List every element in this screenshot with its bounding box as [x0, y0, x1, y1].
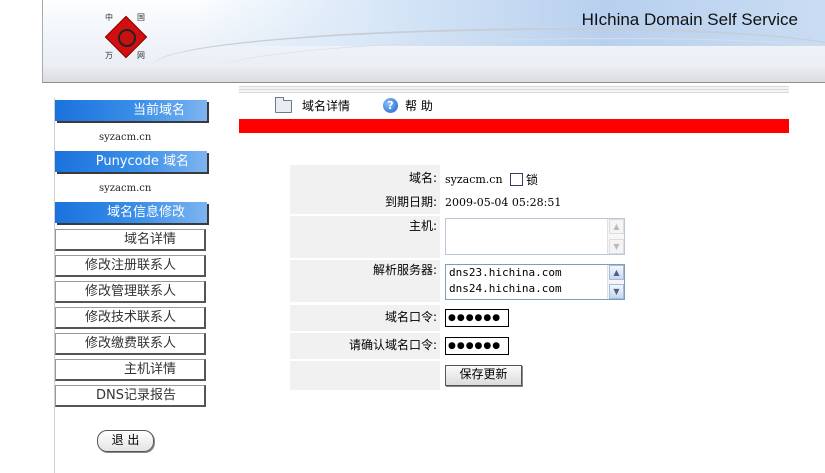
logo-char-3: 万 — [105, 51, 113, 60]
folder-icon — [275, 97, 292, 113]
lock-checkbox[interactable] — [510, 173, 523, 186]
hichina-logo: 中 国 万 网 — [101, 12, 149, 60]
host-scroll-up-icon[interactable]: ▲ — [609, 219, 624, 234]
host-textarea[interactable]: ▲ ▼ — [445, 218, 625, 255]
nameserver-row: 解析服务器: dns23.hichina.com dns24.hichina.c… — [290, 260, 630, 302]
sidebar-item-dns-report[interactable]: DNS记录报告 — [55, 385, 206, 407]
current-domain-value: syzacm.cn — [99, 132, 152, 143]
current-domain-title: 当前域名 — [55, 100, 207, 121]
lock-label: 锁 — [526, 173, 539, 187]
save-button[interactable]: 保存更新 — [445, 365, 522, 386]
punycode-title: Punycode 域名 — [55, 151, 207, 172]
domain-value: syzacm.cn — [445, 173, 503, 186]
expiry-value: 2009-05-04 05:28:51 — [445, 196, 562, 209]
password-input[interactable]: ●●●●●● — [445, 309, 509, 327]
red-divider-bar — [239, 119, 789, 133]
host-scroll-down-icon[interactable]: ▼ — [609, 239, 624, 254]
save-row-label-cell — [290, 361, 440, 390]
nameserver-2: dns24.hichina.com — [449, 282, 562, 295]
sidebar-item-host-details[interactable]: 主机详情 — [55, 359, 206, 381]
help-icon: ? — [383, 98, 398, 113]
logo-seal-icon — [118, 29, 136, 47]
nameserver-label: 解析服务器: — [290, 260, 440, 302]
logo-char-1: 中 — [105, 13, 113, 22]
punycode-domain-value: syzacm.cn — [99, 183, 152, 194]
host-row: 主机: ▲ ▼ — [290, 216, 630, 258]
sidebar-item-modify-admin-contact[interactable]: 修改管理联系人 — [55, 281, 206, 303]
confirm-password-label: 请确认域名口令: — [290, 333, 440, 359]
domain-details-label: 域名详情 — [302, 99, 351, 113]
password-row: 域名口令: ●●●●●● — [290, 305, 630, 331]
confirm-password-row: 请确认域名口令: ●●●●●● — [290, 333, 630, 359]
save-row: 保存更新 — [290, 361, 630, 390]
host-scrollbar[interactable]: ▲ ▼ — [607, 219, 624, 254]
sidebar: 当前域名 syzacm.cn Punycode 域名 syzacm.cn 域名信… — [54, 98, 207, 473]
domain-row: 域名: syzacm.cn 锁 — [290, 165, 630, 192]
nameserver-scroll-up-icon[interactable]: ▲ — [609, 265, 624, 280]
page-header: 中 国 万 网 HIchina Domain Self Service — [42, 0, 825, 83]
nameserver-textarea[interactable]: dns23.hichina.com dns24.hichina.com ▲ ▼ — [445, 264, 625, 300]
expiry-row: 到期日期: 2009-05-04 05:28:51 — [290, 192, 630, 214]
help-label: 帮 助 — [405, 99, 433, 113]
toolbar: 域名详情 ? 帮 助 — [239, 86, 789, 120]
host-label: 主机: — [290, 216, 440, 258]
sidebar-item-modify-billing-contact[interactable]: 修改缴费联系人 — [55, 333, 206, 355]
logout-button[interactable]: 退 出 — [97, 430, 154, 452]
domain-label: 域名: — [290, 165, 440, 192]
nameserver-1: dns23.hichina.com — [449, 266, 562, 279]
nameserver-scroll-down-icon[interactable]: ▼ — [609, 284, 624, 299]
logo-char-2: 国 — [137, 13, 145, 22]
logo-char-4: 网 — [137, 51, 145, 60]
sidebar-item-domain-details[interactable]: 域名详情 — [55, 229, 206, 251]
site-title: HIchina Domain Self Service — [581, 10, 798, 29]
password-label: 域名口令: — [290, 305, 440, 331]
modify-info-title: 域名信息修改 — [55, 202, 207, 223]
sidebar-item-modify-registrant[interactable]: 修改注册联系人 — [55, 255, 206, 277]
nameserver-scrollbar[interactable]: ▲ ▼ — [607, 265, 624, 299]
expiry-label: 到期日期: — [290, 192, 440, 214]
confirm-password-input[interactable]: ●●●●●● — [445, 337, 509, 355]
sidebar-item-modify-tech-contact[interactable]: 修改技术联系人 — [55, 307, 206, 329]
header-bottom-stripe — [43, 64, 825, 82]
